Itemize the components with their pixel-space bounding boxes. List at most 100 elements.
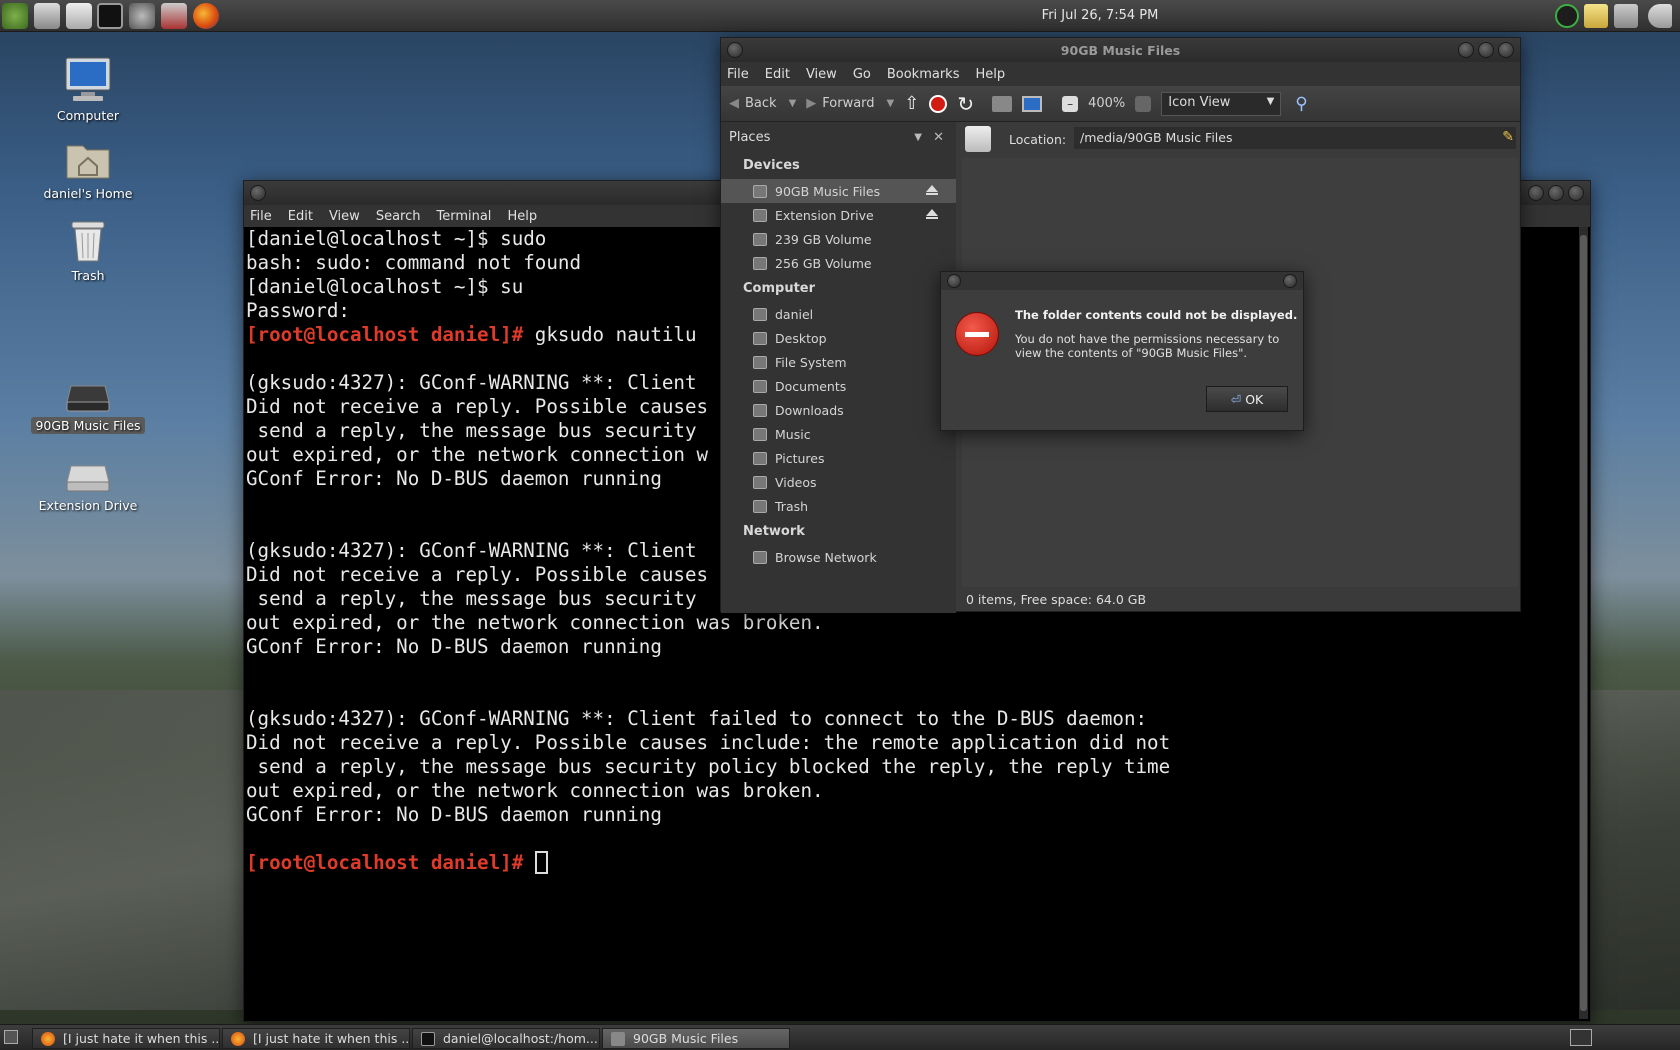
taskbar-item-firefox-2[interactable]: [I just hate it when this ... xyxy=(222,1028,410,1049)
sidebar-item-trash[interactable]: Trash xyxy=(721,494,956,518)
taskbar-item-firefox-1[interactable]: [I just hate it when this ... xyxy=(32,1028,220,1049)
desktop-icon-trash[interactable]: Trash xyxy=(18,218,158,284)
sidebar-item-label: 90GB Music Files xyxy=(775,183,881,199)
sidebar-item-videos[interactable]: Videos xyxy=(721,470,956,494)
play-icon[interactable] xyxy=(2,3,28,29)
sidebar-item-daniel[interactable]: daniel xyxy=(721,302,956,326)
chevron-down-icon[interactable]: ▼ xyxy=(887,98,895,109)
stop-button[interactable] xyxy=(929,94,948,113)
taskbar-item-terminal[interactable]: daniel@localhost:/hom... xyxy=(412,1028,600,1049)
close-button[interactable] xyxy=(1283,274,1297,288)
window-menu-button[interactable] xyxy=(250,185,266,201)
zoom-in-icon xyxy=(1135,95,1152,112)
menu-view[interactable]: View xyxy=(806,67,837,82)
menu-bookmarks[interactable]: Bookmarks xyxy=(887,67,960,82)
home-button[interactable] xyxy=(992,95,1013,112)
sidebar-item-extension-drive[interactable]: Extension Drive xyxy=(721,203,956,227)
check-icon[interactable] xyxy=(1555,4,1579,28)
sidebar-item-desktop[interactable]: Desktop xyxy=(721,326,956,350)
menu-help[interactable]: Help xyxy=(507,209,537,224)
desktop-icon-computer[interactable]: Computer xyxy=(18,56,158,124)
return-icon: ⏎ xyxy=(1230,391,1242,407)
computer-button[interactable] xyxy=(1022,95,1043,112)
bottom-panel: [I just hate it when this ... [I just ha… xyxy=(0,1024,1680,1050)
root-prompt: [root@localhost daniel]# xyxy=(246,851,535,874)
reload-button[interactable]: ↻ xyxy=(957,92,974,116)
file-manager-toolbar: ◀ Back ▼ ▶ Forward ▼ ⇧ ↻ – 400% Icon Vie… xyxy=(721,86,1520,122)
minimize-button[interactable] xyxy=(1528,185,1544,201)
camera-icon[interactable] xyxy=(34,3,60,29)
volume-icon[interactable] xyxy=(1648,4,1672,28)
window-menu-button[interactable] xyxy=(947,274,961,288)
error-dialog[interactable]: The folder contents could not be display… xyxy=(940,271,1304,431)
show-desktop-icon[interactable] xyxy=(4,1030,18,1044)
search-icon: ⚲ xyxy=(1295,93,1308,114)
desktop-icon-90gb-music-files[interactable]: 90GB Music Files xyxy=(18,380,158,434)
scrollbar-thumb[interactable] xyxy=(1580,235,1587,1011)
files-icon[interactable] xyxy=(66,3,92,29)
sidebar-item-music[interactable]: Music xyxy=(721,422,956,446)
edit-location-button[interactable] xyxy=(965,126,991,152)
sidebar-item-256gb-volume[interactable]: 256 GB Volume xyxy=(721,251,956,275)
forward-label: Forward xyxy=(822,96,875,111)
location-input[interactable]: /media/90GB Music Files xyxy=(1074,127,1516,149)
maximize-button[interactable] xyxy=(1548,185,1564,201)
taskbar-item-label: daniel@localhost:/hom... xyxy=(443,1031,598,1046)
terminal-icon[interactable] xyxy=(97,3,123,29)
taskbar-item-file-manager[interactable]: 90GB Music Files xyxy=(602,1028,790,1049)
terminal-line: send a reply, the message bus security xyxy=(246,419,697,442)
notes-icon[interactable] xyxy=(1584,4,1608,28)
up-button[interactable]: ⇧ xyxy=(904,93,919,114)
sidebar-item-documents[interactable]: Documents xyxy=(721,374,956,398)
desktop-icon-home[interactable]: daniel's Home xyxy=(18,138,158,202)
close-sidebar-icon[interactable]: ✕ xyxy=(933,130,944,145)
menu-edit[interactable]: Edit xyxy=(765,67,790,82)
dialog-titlebar[interactable] xyxy=(941,272,1303,290)
package-icon[interactable] xyxy=(161,3,187,29)
zoom-out-button[interactable]: – xyxy=(1062,95,1079,112)
eject-icon[interactable] xyxy=(926,209,938,219)
menu-terminal[interactable]: Terminal xyxy=(436,209,491,224)
sidebar-item-239gb-volume[interactable]: 239 GB Volume xyxy=(721,227,956,251)
eject-icon[interactable] xyxy=(926,185,938,195)
menu-go[interactable]: Go xyxy=(853,67,871,82)
chevron-down-icon[interactable]: ▼ xyxy=(789,98,797,109)
workspace-switcher-icon[interactable] xyxy=(1570,1029,1592,1046)
desktop-icon-extension-drive[interactable]: Extension Drive xyxy=(18,460,158,514)
back-button[interactable]: ◀ Back ▼ xyxy=(729,96,796,111)
ok-button[interactable]: ⏎ OK xyxy=(1206,386,1288,412)
panel-clock[interactable]: Fri Jul 26, 7:54 PM xyxy=(950,8,1250,23)
sidebar-item-90gb-music-files[interactable]: 90GB Music Files xyxy=(721,179,956,203)
menu-edit[interactable]: Edit xyxy=(288,209,313,224)
location-label: Location: xyxy=(1009,131,1067,147)
clear-location-icon[interactable]: ✎ xyxy=(1502,129,1514,145)
menu-file[interactable]: File xyxy=(727,67,749,82)
file-manager-titlebar[interactable]: 90GB Music Files xyxy=(721,38,1520,62)
firefox-icon[interactable] xyxy=(193,3,219,29)
folder-icon xyxy=(753,475,767,489)
sidebar-item-downloads[interactable]: Downloads xyxy=(721,398,956,422)
clipboard-icon[interactable] xyxy=(1614,4,1638,28)
sidebar-item-browse-network[interactable]: Browse Network xyxy=(721,545,956,569)
sidebar-item-file-system[interactable]: File System xyxy=(721,350,956,374)
menu-view[interactable]: View xyxy=(329,209,360,224)
forward-button[interactable]: ▶ Forward ▼ xyxy=(806,96,894,111)
minimize-button[interactable] xyxy=(1458,42,1474,58)
search-button[interactable]: ⚲ xyxy=(1295,94,1307,114)
maximize-button[interactable] xyxy=(1478,42,1494,58)
zoom-in-button[interactable] xyxy=(1135,95,1152,112)
home-folder-icon xyxy=(992,95,1013,112)
menu-search[interactable]: Search xyxy=(376,209,421,224)
settings-icon[interactable] xyxy=(129,3,155,29)
close-button[interactable] xyxy=(1498,42,1514,58)
terminal-scrollbar[interactable] xyxy=(1579,227,1588,1019)
menu-file[interactable]: File xyxy=(250,209,272,224)
menu-help[interactable]: Help xyxy=(975,67,1005,82)
taskbar-item-label: [I just hate it when this ... xyxy=(63,1031,220,1046)
places-dropdown-icon[interactable]: ▼ xyxy=(914,132,922,143)
sidebar-item-pictures[interactable]: Pictures xyxy=(721,446,956,470)
close-button[interactable] xyxy=(1568,185,1584,201)
drive-icon xyxy=(66,385,110,412)
terminal-line: gksudo nautilu xyxy=(534,323,697,346)
view-mode-select[interactable]: Icon View ▼ xyxy=(1161,91,1282,116)
